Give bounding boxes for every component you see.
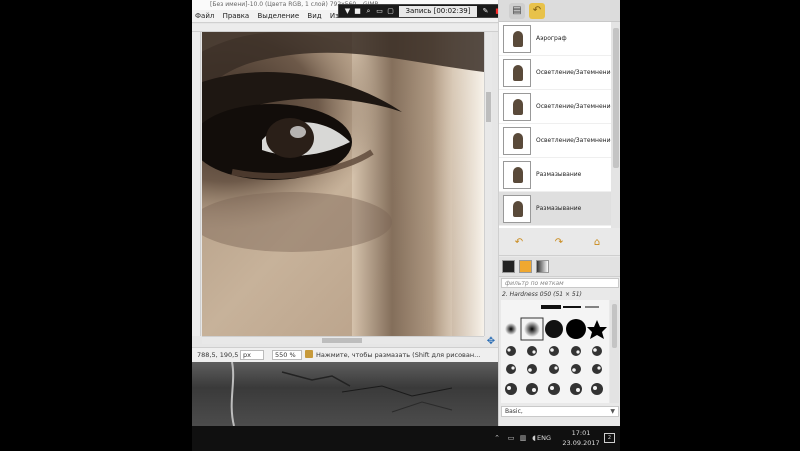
recording-timer: Запись [00:02:39]	[399, 6, 477, 17]
history-item[interactable]: Осветление/Затемнение	[499, 56, 615, 90]
status-bar: 788,5, 190,5 px 550 % Нажмите, чтобы раз…	[192, 347, 498, 362]
layers-tab-icon[interactable]: ▤	[509, 3, 525, 19]
desktop: [Без имени]-10.0 (Цвета RGB, 1 слой) 792…	[192, 0, 620, 451]
history-scrollbar[interactable]	[611, 22, 620, 228]
brushes-tab-icon[interactable]	[502, 260, 515, 273]
language-indicator[interactable]: ENG	[537, 434, 551, 442]
history-thumbnail	[503, 59, 531, 87]
canvas-horizontal-scrollbar[interactable]	[202, 336, 484, 344]
history-item[interactable]: Размазывание	[499, 158, 611, 192]
undo-icon[interactable]: ↶	[513, 237, 525, 249]
current-brush-name: 2. Hardness 050 (51 × 51)	[502, 291, 582, 298]
history-item-label: Осветление/Затемнение	[536, 103, 615, 110]
gimp-image-window: [Без имени]-10.0 (Цвета RGB, 1 слой) 792…	[192, 0, 498, 362]
menu-view[interactable]: Вид	[304, 10, 324, 22]
image-canvas[interactable]	[202, 32, 484, 336]
notification-icon[interactable]: 2	[604, 433, 615, 443]
network-icon[interactable]: ▥	[518, 434, 528, 443]
gradients-tab-icon[interactable]	[536, 260, 549, 273]
battery-icon[interactable]: ▭	[506, 434, 516, 443]
history-item-selected[interactable]: Размазывание	[499, 192, 611, 226]
clear-history-icon[interactable]: ⌂	[591, 237, 603, 249]
brush-thumbnails	[505, 305, 607, 395]
right-dock: ▤ ↶ Аэрограф Осветление/Затемнение Освет…	[498, 0, 620, 426]
history-item-label: Аэрограф	[536, 35, 567, 42]
dock-tabs: ▤ ↶	[499, 0, 620, 22]
patterns-tab-icon[interactable]	[519, 260, 532, 273]
pointer-coordinates: 788,5, 190,5	[197, 351, 239, 359]
vertical-ruler[interactable]	[192, 32, 201, 336]
canvas-vertical-scrollbar[interactable]	[484, 32, 492, 336]
stop-icon[interactable]: ■	[353, 7, 362, 16]
taskbar: ⌃ ▭ ▥ ◖ ENG 17:01 23.09.2017 2	[192, 426, 620, 451]
status-hint: Нажмите, чтобы размазать (Shift для рисо…	[316, 351, 481, 359]
wallpaper-texture	[230, 362, 453, 426]
brush-dock-tabs	[499, 257, 620, 277]
chevron-down-icon: ▼	[610, 408, 615, 415]
horizontal-ruler[interactable]	[192, 24, 498, 32]
brush-tag-field[interactable]: Basic, ▼	[501, 406, 619, 417]
menu-down-icon[interactable]: ▼	[343, 7, 352, 16]
unit-select[interactable]: px	[240, 350, 264, 360]
clock-time[interactable]: 17:01	[566, 429, 596, 437]
redo-icon[interactable]: ↷	[553, 237, 565, 249]
zoom-icon[interactable]: ⌕	[364, 7, 373, 16]
undo-history-tab-icon[interactable]: ↶	[529, 3, 545, 19]
menu-select[interactable]: Выделение	[254, 10, 302, 22]
desktop-wallpaper	[192, 362, 498, 426]
history-thumbnail	[503, 93, 531, 121]
history-thumbnail	[503, 161, 531, 189]
history-item-label: Осветление/Затемнение	[536, 69, 615, 76]
history-item-label: Размазывание	[536, 205, 582, 212]
history-thumbnail	[503, 195, 531, 223]
chevron-up-icon[interactable]: ⌃	[492, 434, 502, 443]
smudge-tool-icon	[305, 350, 313, 358]
history-item[interactable]: Осветление/Затемнение	[499, 124, 615, 158]
brush-filter-input[interactable]: фильтр по меткам	[501, 278, 619, 288]
clock-date[interactable]: 23.09.2017	[558, 439, 604, 447]
history-item-label: Осветление/Затемнение	[536, 137, 615, 144]
brush-tag-label: Basic,	[505, 408, 523, 415]
brush-scrollbar[interactable]	[610, 300, 619, 403]
zoom-select[interactable]: 550 %	[272, 350, 302, 360]
undo-history-list: Аэрограф Осветление/Затемнение Осветлени…	[499, 22, 615, 228]
history-thumbnail	[503, 127, 531, 155]
history-actions: ↶ ↷ ⌂	[499, 228, 620, 256]
history-item-label: Размазывание	[536, 171, 582, 178]
menu-edit[interactable]: Правка	[220, 10, 253, 22]
pen-icon[interactable]: ✎	[481, 7, 490, 16]
region-icon[interactable]: ▭	[375, 7, 384, 16]
menu-file[interactable]: Файл	[192, 10, 217, 22]
eye-closeup-image	[202, 32, 484, 336]
history-item[interactable]: Аэрограф	[499, 22, 611, 56]
history-thumbnail	[503, 25, 531, 53]
screen-recording-frame: [Без имени]-10.0 (Цвета RGB, 1 слой) 792…	[0, 0, 800, 451]
brush-grid[interactable]	[501, 300, 609, 403]
history-item[interactable]: Осветление/Затемнение	[499, 90, 615, 124]
fullscreen-icon[interactable]: ▢	[386, 7, 395, 16]
